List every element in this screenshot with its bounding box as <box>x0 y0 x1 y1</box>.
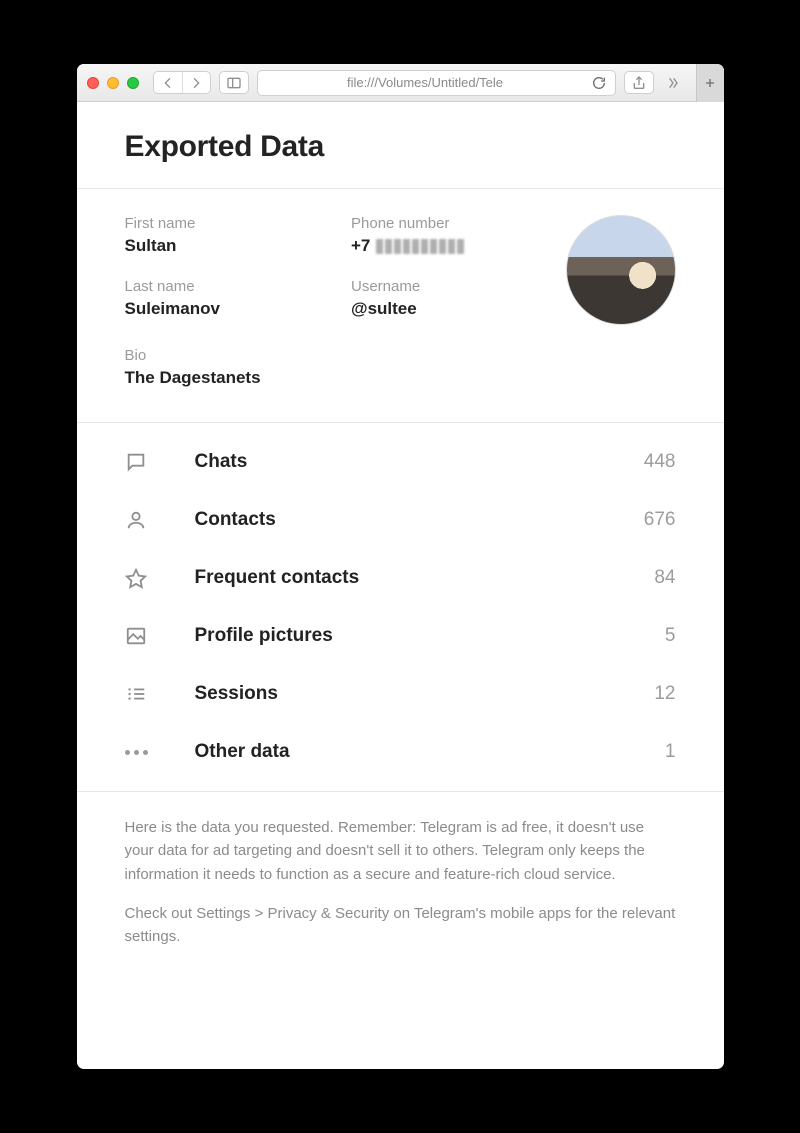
section-count: 1 <box>665 741 676 763</box>
section-label: Contacts <box>195 509 644 531</box>
chevron-left-icon <box>160 75 176 91</box>
chevrons-right-icon <box>665 75 681 91</box>
footer-paragraph: Check out Settings > Privacy & Security … <box>125 902 676 949</box>
chevron-right-icon <box>188 75 204 91</box>
footer-text: Here is the data you requested. Remember… <box>77 792 724 988</box>
field-label: First name <box>125 215 312 232</box>
username-value: @sultee <box>351 299 538 319</box>
phone-field: Phone number +7 <box>351 215 538 256</box>
footer-paragraph: Here is the data you requested. Remember… <box>125 816 676 886</box>
section-count: 676 <box>644 509 676 531</box>
avatar <box>566 215 676 325</box>
sidebar-toggle-button[interactable] <box>219 71 249 94</box>
back-button[interactable] <box>154 72 182 93</box>
last-name-value: Suleimanov <box>125 299 312 319</box>
minimize-window-button[interactable] <box>107 77 119 89</box>
star-icon <box>125 567 195 589</box>
sections-list: Chats 448 Contacts 676 Frequent contacts… <box>77 423 724 791</box>
reload-icon[interactable] <box>591 75 607 91</box>
close-window-button[interactable] <box>87 77 99 89</box>
share-button[interactable] <box>624 71 654 94</box>
section-label: Sessions <box>195 683 655 705</box>
phone-prefix: +7 <box>351 236 370 256</box>
phone-value: +7 <box>351 236 538 256</box>
share-icon <box>631 75 647 91</box>
section-count: 84 <box>654 567 675 589</box>
window-controls <box>87 77 139 89</box>
section-contacts[interactable]: Contacts 676 <box>77 491 724 549</box>
section-profile-pictures[interactable]: Profile pictures 5 <box>77 607 724 665</box>
sidebar-icon <box>226 75 242 91</box>
section-count: 448 <box>644 451 676 473</box>
overflow-button[interactable] <box>662 71 684 94</box>
field-label: Bio <box>125 347 676 364</box>
plus-icon <box>702 75 718 91</box>
section-count: 12 <box>654 683 675 705</box>
section-label: Frequent contacts <box>195 567 655 589</box>
section-label: Chats <box>195 451 644 473</box>
last-name-field: Last name Suleimanov <box>125 278 312 319</box>
section-sessions[interactable]: Sessions 12 <box>77 665 724 723</box>
page-title: Exported Data <box>125 130 676 164</box>
chat-icon <box>125 451 195 473</box>
bio-value: The Dagestanets <box>125 368 676 388</box>
field-label: Username <box>351 278 538 295</box>
section-label: Other data <box>195 741 665 763</box>
bio-field: Bio The Dagestanets <box>125 325 676 388</box>
person-icon <box>125 509 195 531</box>
section-frequent-contacts[interactable]: Frequent contacts 84 <box>77 549 724 607</box>
username-field: Username @sultee <box>351 278 538 319</box>
address-bar[interactable]: file:///Volumes/Untitled/Tele <box>257 70 616 96</box>
dots-icon <box>125 750 195 755</box>
field-label: Phone number <box>351 215 538 232</box>
browser-window: file:///Volumes/Untitled/Tele Exported D… <box>77 64 724 1069</box>
field-label: Last name <box>125 278 312 295</box>
forward-button[interactable] <box>182 72 210 93</box>
new-tab-button[interactable] <box>696 64 724 102</box>
page-content: Exported Data First name Sultan Last nam… <box>77 102 724 1069</box>
zoom-window-button[interactable] <box>127 77 139 89</box>
redacted-phone-digits <box>376 239 464 254</box>
first-name-value: Sultan <box>125 236 312 256</box>
first-name-field: First name Sultan <box>125 215 312 256</box>
section-count: 5 <box>665 625 676 647</box>
titlebar: file:///Volumes/Untitled/Tele <box>77 64 724 102</box>
nav-buttons <box>153 71 211 94</box>
image-icon <box>125 625 195 647</box>
address-text: file:///Volumes/Untitled/Tele <box>266 75 585 90</box>
profile-section: First name Sultan Last name Suleimanov P… <box>125 189 676 325</box>
section-other-data[interactable]: Other data 1 <box>77 723 724 781</box>
section-label: Profile pictures <box>195 625 665 647</box>
list-icon <box>125 683 195 705</box>
section-chats[interactable]: Chats 448 <box>77 433 724 491</box>
